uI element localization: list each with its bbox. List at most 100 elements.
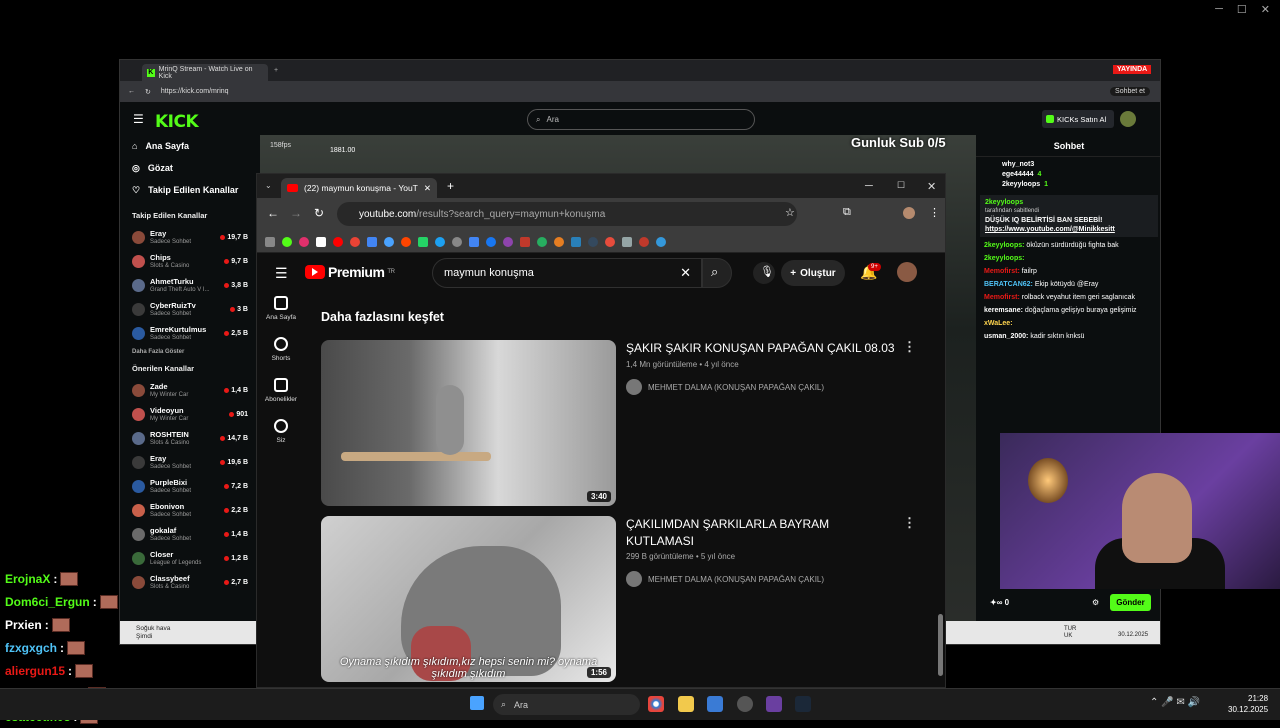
- channel-item[interactable]: Zade My Winter Car 1,4 B: [120, 378, 257, 402]
- forward-icon[interactable]: →: [290, 206, 302, 220]
- bookmark-icon[interactable]: [588, 236, 598, 247]
- minimize-icon[interactable]: ─: [1215, 3, 1223, 15]
- bookmark-icon[interactable]: [656, 236, 666, 247]
- yt-close-icon[interactable]: ✕: [927, 180, 936, 193]
- discord-icon[interactable]: [766, 696, 782, 712]
- video-title[interactable]: ÇAKILIMDAN ŞARKILARLA BAYRAM KUTLAMASI: [626, 516, 896, 550]
- video-channel[interactable]: MEHMET DALMA (KONUŞAN PAPAĞAN ÇAKIL): [626, 379, 824, 395]
- yt-search-button[interactable]: ⌕: [702, 258, 732, 288]
- voice-search-button[interactable]: 🎙: [753, 262, 775, 284]
- bookmark-icon[interactable]: [316, 236, 326, 247]
- channel-item[interactable]: gokalaf Sadece Sohbet 1,4 B: [120, 522, 257, 546]
- start-icon[interactable]: [470, 696, 484, 710]
- bookmark-icon[interactable]: [452, 236, 462, 247]
- nav-home[interactable]: Ana Sayfa: [257, 296, 305, 321]
- channel-item[interactable]: Chips Slots & Casino 9,7 B: [120, 249, 257, 273]
- channel-item[interactable]: Closer League of Legends 1,2 B: [120, 546, 257, 570]
- photos-icon[interactable]: [707, 696, 723, 712]
- chat-tab-button[interactable]: Sohbet et: [1110, 87, 1150, 96]
- chat-username[interactable]: Memofirst:: [984, 294, 1020, 301]
- chat-username[interactable]: 2keyyloops:: [984, 255, 1024, 262]
- profile-avatar[interactable]: [903, 207, 915, 219]
- chat-username[interactable]: keremsane:: [984, 307, 1023, 314]
- chat-username[interactable]: xWaLee:: [984, 320, 1013, 327]
- browser-menu-icon[interactable]: ⋮: [929, 206, 940, 219]
- steam-icon[interactable]: [795, 696, 811, 712]
- kick-url[interactable]: https://kick.com/mrinq: [161, 88, 229, 95]
- reload-icon[interactable]: ↻: [145, 88, 151, 96]
- channel-item[interactable]: ROSHTEIN Slots & Casino 14,7 B: [120, 426, 257, 450]
- chat-send-button[interactable]: Gönder: [1110, 594, 1151, 611]
- bookmark-icon[interactable]: [537, 236, 547, 247]
- bookmark-icon[interactable]: [333, 236, 343, 247]
- yt-minimize-icon[interactable]: ─: [865, 180, 873, 192]
- youtube-logo[interactable]: Premium TR: [305, 264, 395, 280]
- bookmark-icon[interactable]: [435, 236, 445, 247]
- kick-logo[interactable]: KICK: [155, 112, 199, 132]
- bookmark-star-icon[interactable]: ☆: [785, 206, 795, 219]
- tray-icons[interactable]: ⌃ 🎤 ✉ 🔊: [1150, 697, 1200, 708]
- tab-list-icon[interactable]: ⌄: [265, 181, 272, 190]
- video-title[interactable]: ŞAKIR ŞAKIR KONUŞAN PAPAĞAN ÇAKIL 08.03: [626, 340, 896, 357]
- tab-close-icon[interactable]: ✕: [424, 183, 431, 194]
- clear-search-icon[interactable]: ✕: [680, 265, 691, 281]
- bookmark-icon[interactable]: [554, 236, 564, 247]
- scrollbar[interactable]: [938, 614, 943, 676]
- kick-user-avatar[interactable]: [1120, 111, 1136, 127]
- chrome-icon[interactable]: [648, 696, 664, 712]
- pinned-link[interactable]: https://www.youtube.com/@Minikkesitt: [985, 225, 1153, 234]
- channel-item[interactable]: Videoyun My Winter Car 901: [120, 402, 257, 426]
- chat-username[interactable]: BERATCAN62:: [984, 281, 1033, 288]
- channel-item[interactable]: Ebonivon Sadece Sohbet 2,2 B: [120, 498, 257, 522]
- close-icon[interactable]: ✕: [1261, 3, 1270, 16]
- channel-item[interactable]: PurpleBixi Sadece Sohbet 7,2 B: [120, 474, 257, 498]
- bookmark-icon[interactable]: [622, 236, 632, 247]
- new-tab-icon[interactable]: +: [447, 179, 454, 193]
- yt-maximize-icon[interactable]: ☐: [897, 180, 905, 191]
- bookmark-icon[interactable]: [418, 236, 428, 247]
- chat-settings-icon[interactable]: ⚙: [1092, 598, 1099, 607]
- yt-avatar[interactable]: [897, 262, 917, 282]
- reload-icon[interactable]: ↻: [314, 206, 324, 220]
- bookmark-icon[interactable]: [282, 236, 292, 247]
- channel-item[interactable]: CyberRuizTv Sadece Sohbet 3 B: [120, 297, 257, 321]
- bookmark-icon[interactable]: [503, 236, 513, 247]
- nav-following[interactable]: ♡ Takip Edilen Kanallar: [120, 179, 257, 201]
- bookmark-icon[interactable]: [571, 236, 581, 247]
- back-icon[interactable]: ←: [267, 206, 279, 220]
- kick-tab[interactable]: K MrinQ Stream - Watch Live on Kick: [142, 64, 268, 81]
- nav-shorts[interactable]: Shorts: [257, 337, 305, 362]
- nav-browse[interactable]: ◎ Gözat: [120, 157, 257, 179]
- channel-item[interactable]: Classybeef Slots & Casino 2,7 B: [120, 570, 257, 594]
- bookmark-icon[interactable]: [299, 236, 309, 247]
- obs-icon[interactable]: [737, 696, 753, 712]
- bookmark-icon[interactable]: [384, 236, 394, 247]
- kick-search-input[interactable]: ⌕ Ara: [527, 109, 755, 130]
- back-icon[interactable]: ←: [128, 88, 135, 95]
- channel-item[interactable]: Eray Sadece Sohbet 19,6 B: [120, 450, 257, 474]
- create-button[interactable]: + Oluştur: [781, 260, 845, 286]
- bookmark-icon[interactable]: [469, 236, 479, 247]
- file-explorer-icon[interactable]: [678, 696, 694, 712]
- taskbar-search[interactable]: ⌕ Ara: [493, 694, 640, 715]
- bookmark-icon[interactable]: [401, 236, 411, 247]
- taskbar-clock[interactable]: 21:28 30.12.2025: [1228, 693, 1268, 715]
- bookmark-icon[interactable]: [367, 236, 377, 247]
- bookmark-icon[interactable]: [265, 236, 275, 247]
- bookmark-icon[interactable]: [486, 236, 496, 247]
- kicks-buy-button[interactable]: KICKs Satın Al: [1042, 110, 1114, 128]
- video-menu-icon[interactable]: ⋮: [903, 339, 916, 355]
- bookmark-icon[interactable]: [350, 236, 360, 247]
- yt-menu-icon[interactable]: ☰: [275, 265, 288, 282]
- new-tab-icon[interactable]: +: [274, 67, 278, 74]
- yt-url-field[interactable]: youtube.com/results?search_query=maymun+…: [337, 202, 797, 226]
- video-menu-icon[interactable]: ⋮: [903, 515, 916, 531]
- video-channel[interactable]: MEHMET DALMA (KONUŞAN PAPAĞAN ÇAKIL): [626, 571, 824, 587]
- maximize-icon[interactable]: ☐: [1237, 3, 1247, 16]
- chat-username[interactable]: Memofirst:: [984, 268, 1020, 275]
- nav-you[interactable]: Siz: [257, 419, 305, 444]
- nav-subscriptions[interactable]: Abonelikler: [257, 378, 305, 403]
- chat-username[interactable]: 2keyyloops:: [984, 242, 1024, 249]
- yt-search-input[interactable]: maymun konuşma ✕: [432, 258, 702, 288]
- video-thumbnail[interactable]: 3:40: [321, 340, 616, 506]
